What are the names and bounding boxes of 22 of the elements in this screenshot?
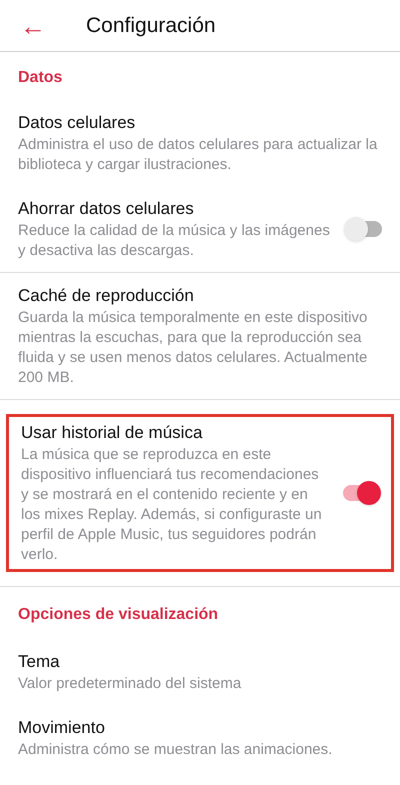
setting-title[interactable]: Tema xyxy=(18,650,382,674)
section-heading: Opciones de visualización xyxy=(17,605,220,625)
setting-row[interactable] xyxy=(6,414,394,572)
setting-description: Guarda la música temporalmente en este dispositivo mientras la escuchas, para que la reproducción sea fluida y se usen menos datos celulares. Actualmente 200 MB. xyxy=(18,308,368,388)
setting-description: Valor predeterminado del sistema xyxy=(18,674,242,694)
setting-row[interactable]: Ahorrar datos celulares Reduce la calidad de la música y las imágenes y desactiva las descargas. xyxy=(0,186,400,273)
setting-title[interactable]: Caché de reproducción xyxy=(18,284,382,308)
setting-row[interactable]: Movimiento Administra cómo se muestran las animaciones. xyxy=(0,705,400,771)
setting-description: La música que se reproduzca en este dispositivo influenciará tus recomendaciones y se mostrará en el contenido reciente y en los mixes Replay. Además, si configuraste un perfil de Apple Music, tus seguidores podrán verlo. xyxy=(21,445,323,565)
setting-row[interactable]: Tema Valor predeterminado del sistema xyxy=(0,639,400,705)
page-title: Configuración xyxy=(86,12,216,39)
setting-title[interactable]: Datos celulares xyxy=(18,111,382,135)
setting-description: Administra el uso de datos celulares para actualizar la biblioteca y cargar ilustraciones. xyxy=(18,135,378,175)
setting-title[interactable]: Movimiento xyxy=(18,716,382,740)
setting-row[interactable]: Datos celulares Administra el uso de datos celulares para actualizar la biblioteca y cargar ilustraciones. xyxy=(0,100,400,186)
setting-description: Administra cómo se muestran las animaciones. xyxy=(18,740,334,760)
setting-description: Reduce la calidad de la música y las imágenes y desactiva las descargas. xyxy=(18,221,330,261)
setting-title[interactable]: Ahorrar datos celulares xyxy=(18,197,330,221)
setting-row[interactable]: Caché de reproducción Guarda la música temporalmente en este dispositivo mientras la escuchas, para que la reproducción sea fluida y se usen menos datos celulares. Actualmente 200 MB. xyxy=(0,273,400,400)
back-arrow-icon[interactable]: ← xyxy=(20,12,46,38)
setting-title[interactable]: Usar historial de música xyxy=(21,421,327,445)
section-heading: Datos xyxy=(17,68,64,88)
